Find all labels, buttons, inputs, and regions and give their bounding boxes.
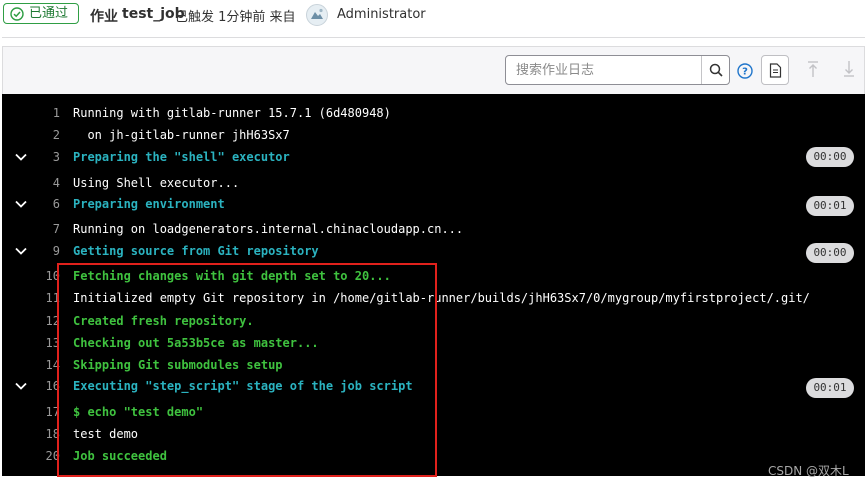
status-badge-label: 已通过 xyxy=(29,6,69,21)
raw-log-button[interactable] xyxy=(761,55,789,85)
scroll-to-top-icon[interactable] xyxy=(807,60,819,78)
log-line: 4 Using Shell executor... xyxy=(2,173,865,193)
line-number[interactable]: 20 xyxy=(30,446,60,466)
log-line: 2 on jh-gitlab-runner jhH63Sx7 xyxy=(2,125,865,145)
log-line: 7 Running on loadgenerators.internal.chi… xyxy=(2,219,865,239)
line-number[interactable]: 6 xyxy=(30,194,60,214)
log-line: 18 test demo xyxy=(2,424,865,444)
section-duration-badge: 00:00 xyxy=(806,147,854,167)
chevron-down-icon[interactable] xyxy=(14,379,28,393)
log-line: 13 Checking out 5a53b5ce as master... xyxy=(2,333,865,353)
scroll-to-bottom-icon[interactable] xyxy=(843,60,855,78)
chevron-down-icon[interactable] xyxy=(14,244,28,258)
log-text: Job succeeded xyxy=(73,449,167,463)
line-number[interactable]: 11 xyxy=(30,288,60,308)
line-number[interactable]: 13 xyxy=(30,333,60,353)
line-number[interactable]: 2 xyxy=(30,125,60,145)
document-icon xyxy=(769,62,781,78)
log-line: 10 Fetching changes with git depth set t… xyxy=(2,266,865,286)
log-line: 20 Job succeeded xyxy=(2,446,865,466)
line-number[interactable]: 18 xyxy=(30,424,60,444)
search-icon xyxy=(709,63,723,77)
section-duration-badge: 00:01 xyxy=(806,378,854,398)
line-number[interactable]: 17 xyxy=(30,402,60,422)
log-line: 14 Skipping Git submodules setup xyxy=(2,355,865,375)
log-text: Created fresh repository. xyxy=(73,314,254,328)
check-circle-icon xyxy=(10,7,24,21)
line-number[interactable]: 10 xyxy=(30,266,60,286)
line-number[interactable]: 3 xyxy=(30,147,60,167)
log-text: Running on loadgenerators.internal.china… xyxy=(73,222,464,236)
section-duration-badge: 00:00 xyxy=(806,243,854,263)
section-title: Preparing environment xyxy=(73,197,225,211)
log-section-header[interactable]: 3 Preparing the "shell" executor 00:00 xyxy=(2,147,865,167)
line-number[interactable]: 7 xyxy=(30,219,60,239)
log-line: 17 $ echo "test demo" xyxy=(2,402,865,422)
log-line: 12 Created fresh repository. xyxy=(2,311,865,331)
log-text: Checking out 5a53b5ce as master... xyxy=(73,336,319,350)
triggered-text: 已触发 1分钟前 来自 xyxy=(175,10,296,25)
line-number[interactable]: 9 xyxy=(30,241,60,261)
log-section-header[interactable]: 6 Preparing environment 00:01 xyxy=(2,194,865,216)
log-text: Running with gitlab-runner 15.7.1 (6d480… xyxy=(73,106,391,120)
log-line: 11 Initialized empty Git repository in /… xyxy=(2,288,865,308)
section-title: Getting source from Git repository xyxy=(73,244,319,258)
search-box xyxy=(505,55,730,85)
log-text: $ echo "test demo" xyxy=(73,405,204,419)
svg-text:?: ? xyxy=(742,67,748,78)
status-badge[interactable]: 已通过 xyxy=(3,3,79,24)
username-link[interactable]: Administrator xyxy=(337,7,426,22)
log-line: 1 Running with gitlab-runner 15.7.1 (6d4… xyxy=(2,103,865,123)
log-text: Fetching changes with git depth set to 2… xyxy=(73,269,391,283)
log-text: test demo xyxy=(73,427,139,441)
chevron-down-icon[interactable] xyxy=(14,197,28,211)
header-divider xyxy=(2,37,865,38)
section-title: Executing "step_script" stage of the job… xyxy=(73,379,413,393)
line-number[interactable]: 16 xyxy=(30,376,60,396)
section-title: Preparing the "shell" executor xyxy=(73,150,290,164)
log-section-header[interactable]: 16 Executing "step_script" stage of the … xyxy=(2,376,865,398)
log-text: Initialized empty Git repository in /hom… xyxy=(73,291,810,305)
job-word: 作业 xyxy=(90,9,118,25)
job-log-toolbar: ? xyxy=(2,46,865,94)
search-input[interactable] xyxy=(506,56,700,84)
avatar[interactable] xyxy=(306,4,328,26)
log-text: Skipping Git submodules setup xyxy=(73,358,283,372)
help-icon[interactable]: ? xyxy=(737,63,753,79)
line-number[interactable]: 12 xyxy=(30,311,60,331)
line-number[interactable]: 14 xyxy=(30,355,60,375)
chevron-down-icon[interactable] xyxy=(14,150,28,164)
watermark: CSDN @双木L xyxy=(768,464,849,478)
section-duration-badge: 00:01 xyxy=(806,196,854,216)
log-section-header[interactable]: 9 Getting source from Git repository 00:… xyxy=(2,241,865,263)
line-number[interactable]: 1 xyxy=(30,103,60,123)
job-log: 1 Running with gitlab-runner 15.7.1 (6d4… xyxy=(2,94,865,476)
search-button[interactable] xyxy=(701,56,730,84)
log-text: Using Shell executor... xyxy=(73,176,240,190)
log-text: on jh-gitlab-runner jhH63Sx7 xyxy=(73,128,290,142)
line-number[interactable]: 4 xyxy=(30,173,60,193)
job-header: 已通过 作业 test_job 已触发 1分钟前 来自 Administrato… xyxy=(0,0,865,32)
